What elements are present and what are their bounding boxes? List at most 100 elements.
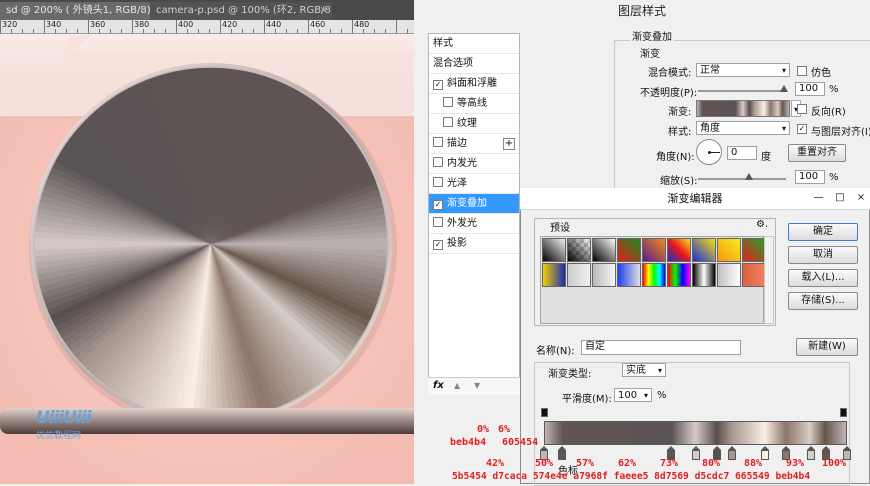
checkbox[interactable] [443, 117, 453, 127]
watermark-text: UiiiUiii [36, 408, 92, 428]
ruler-tick [55, 29, 56, 33]
preset-swatch[interactable] [542, 238, 566, 262]
checkbox[interactable]: ✓ [433, 80, 443, 90]
dither-checkbox[interactable] [797, 66, 807, 76]
preset-swatch[interactable] [542, 263, 566, 287]
styles-header[interactable]: 样式 [429, 34, 519, 54]
cancel-button[interactable]: 取消 [788, 246, 858, 264]
preset-swatch[interactable] [617, 238, 641, 262]
opacity-stop-right[interactable] [840, 408, 847, 417]
angle-dial[interactable] [696, 139, 722, 165]
preset-swatch[interactable] [717, 263, 741, 287]
ruler-tick [330, 29, 331, 33]
annotation-position: 42% [486, 458, 505, 469]
align-layer-checkbox[interactable]: ✓ [797, 124, 807, 134]
blend-mode-select[interactable]: 正常 ▾ [696, 63, 790, 77]
style-item-inner-glow[interactable]: 内发光 [429, 154, 519, 174]
preset-swatch[interactable] [642, 263, 666, 287]
checkbox[interactable] [433, 157, 443, 167]
checkbox[interactable] [433, 137, 443, 147]
load-button[interactable]: 载入(L)... [788, 269, 858, 287]
move-down-icon[interactable]: ▼ [474, 381, 480, 390]
style-item-contour[interactable]: 等高线 [429, 94, 519, 114]
new-button[interactable]: 新建(W) [796, 338, 858, 356]
ruler-label: 440 [266, 20, 282, 29]
ruler-tick [220, 20, 221, 33]
opacity-slider[interactable] [698, 90, 786, 92]
ruler-tick [264, 20, 265, 33]
preset-swatch[interactable] [717, 238, 741, 262]
preset-swatch[interactable] [742, 238, 766, 262]
style-item-bevel-emboss[interactable]: ✓ 斜面和浮雕 [429, 74, 519, 94]
ruler-label: 320 [2, 20, 18, 29]
style-item-drop-shadow[interactable]: ✓ 投影 [429, 234, 519, 254]
maximize-icon[interactable]: □ [831, 188, 849, 208]
style-item-blending-options[interactable]: 混合选项 [429, 54, 519, 74]
ruler-tick [242, 29, 243, 33]
document-tab[interactable]: sd @ 200% ( 外镜头1, RGB/8) * × [0, 2, 160, 20]
angle-input[interactable]: 0 [727, 146, 757, 160]
reverse-checkbox[interactable] [797, 104, 807, 114]
preset-scrollbar[interactable] [764, 236, 774, 324]
scale-slider[interactable] [698, 178, 786, 180]
preset-swatch[interactable] [692, 263, 716, 287]
gradient-bar[interactable] [544, 421, 847, 445]
ruler-tick [66, 29, 67, 33]
checkbox[interactable] [443, 97, 453, 107]
close-icon[interactable]: × [320, 2, 328, 20]
preset-swatch[interactable] [667, 238, 691, 262]
scale-slider-thumb[interactable] [745, 173, 753, 180]
smoothness-select[interactable]: 100 ▾ [614, 388, 652, 402]
checkbox[interactable]: ✓ [433, 240, 443, 250]
style-item-stroke[interactable]: 描边 + [429, 134, 519, 154]
preset-swatch[interactable] [642, 238, 666, 262]
ruler-tick [319, 29, 320, 33]
save-button[interactable]: 存储(S)... [788, 292, 858, 310]
document-tab[interactable]: camera-p.psd @ 100% (环2, RGB/8) * × [150, 2, 332, 20]
preset-swatch[interactable] [617, 263, 641, 287]
move-up-icon[interactable]: ▲ [454, 381, 460, 390]
reset-alignment-button[interactable]: 重置对齐 [788, 144, 846, 162]
fx-icon[interactable]: fx [433, 380, 444, 391]
gradient-type-select[interactable]: 实底 ▾ [622, 363, 666, 377]
color-stop[interactable] [691, 446, 700, 460]
style-item-label: 等高线 [457, 98, 487, 109]
color-stop[interactable] [761, 446, 770, 460]
scale-input[interactable]: 100 [795, 170, 825, 184]
gradient-preview[interactable] [696, 100, 790, 117]
close-icon[interactable]: × [852, 188, 870, 208]
preset-swatch[interactable] [742, 263, 766, 287]
smoothness-label: 平滑度(M): [562, 394, 612, 405]
ruler-tick [33, 29, 34, 33]
checkbox[interactable]: ✓ [433, 200, 443, 210]
style-item-outer-glow[interactable]: 外发光 [429, 214, 519, 234]
checkbox[interactable] [433, 177, 443, 187]
minimize-icon[interactable]: — [810, 188, 828, 208]
preset-swatch[interactable] [667, 263, 691, 287]
gradient-style-select[interactable]: 角度 ▾ [696, 121, 790, 135]
ruler-tick [77, 29, 78, 33]
style-item-texture[interactable]: 纹理 [429, 114, 519, 134]
name-input[interactable]: 自定 [581, 340, 741, 355]
gear-icon[interactable]: ⚙. [756, 219, 768, 230]
preset-swatch[interactable] [592, 263, 616, 287]
preset-swatch[interactable] [567, 263, 591, 287]
ruler-tick [143, 29, 144, 33]
style-item-gradient-overlay[interactable]: ✓ 渐变叠加 [429, 194, 519, 214]
opacity-stop-left[interactable] [541, 408, 548, 417]
checkbox[interactable] [433, 217, 443, 227]
opacity-slider-thumb[interactable] [780, 85, 788, 92]
color-stop[interactable] [806, 446, 815, 460]
preset-swatch[interactable] [692, 238, 716, 262]
preset-swatch[interactable] [567, 238, 591, 262]
color-stop[interactable] [558, 446, 567, 460]
add-stroke-button[interactable]: + [503, 138, 515, 150]
opacity-label: 不透明度(P): [640, 88, 698, 99]
annotation-position: 93% [786, 458, 805, 469]
preset-swatch[interactable] [592, 238, 616, 262]
ruler-label: 400 [178, 20, 194, 29]
opacity-input[interactable]: 100 [795, 82, 825, 96]
style-item-satin[interactable]: 光泽 [429, 174, 519, 194]
color-stop[interactable] [727, 446, 736, 460]
ok-button[interactable]: 确定 [788, 223, 858, 241]
